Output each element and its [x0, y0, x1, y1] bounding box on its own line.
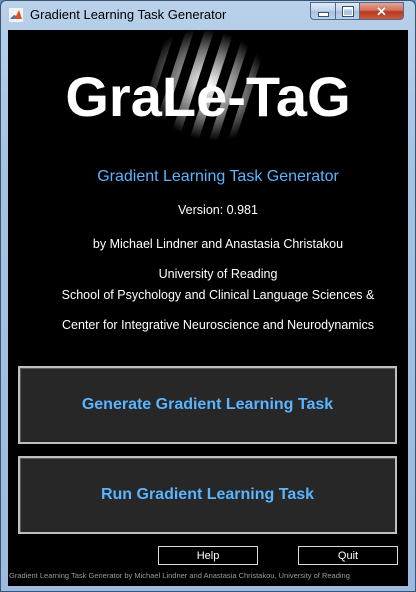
authors-text: by Michael Lindner and Anastasia Christa…	[92, 237, 344, 251]
close-button[interactable]: ✕	[359, 2, 404, 20]
title-bar[interactable]: Gradient Learning Task Generator ✕	[1, 1, 415, 29]
main-panel: GraLe-TaG Gradient Learning Task Generat…	[8, 30, 408, 586]
app-subtitle: Gradient Learning Task Generator	[97, 168, 339, 185]
quit-button[interactable]: Quit	[298, 546, 398, 565]
generate-task-button[interactable]: Generate Gradient Learning Task	[18, 366, 397, 444]
quit-label: Quit	[337, 549, 359, 562]
minimize-icon	[317, 11, 329, 17]
maximize-icon	[342, 6, 353, 16]
close-icon: ✕	[376, 3, 387, 19]
footer-credits: Gradient Learning Task Generator by Mich…	[9, 571, 350, 580]
affiliation-university: University of Reading	[158, 267, 278, 281]
matlab-icon	[9, 8, 23, 22]
affiliation-center: Center for Integrative Neuroscience and …	[62, 318, 374, 332]
affiliation-school: School of Psychology and Clinical Langua…	[61, 288, 375, 302]
help-label: Help	[196, 549, 220, 562]
run-task-button[interactable]: Run Gradient Learning Task	[18, 456, 397, 534]
generate-task-label: Generate Gradient Learning Task	[81, 396, 334, 413]
minimize-button[interactable]	[310, 2, 336, 20]
help-button[interactable]: Help	[158, 546, 258, 565]
version-text: Version: 0.981	[178, 203, 258, 217]
app-logo-title: GraLe-TaG	[65, 65, 351, 128]
application-window: Gradient Learning Task Generator ✕ GraLe…	[0, 0, 416, 592]
run-task-label: Run Gradient Learning Task	[100, 486, 315, 503]
window-title: Gradient Learning Task Generator	[30, 7, 227, 22]
maximize-button[interactable]	[335, 2, 360, 20]
